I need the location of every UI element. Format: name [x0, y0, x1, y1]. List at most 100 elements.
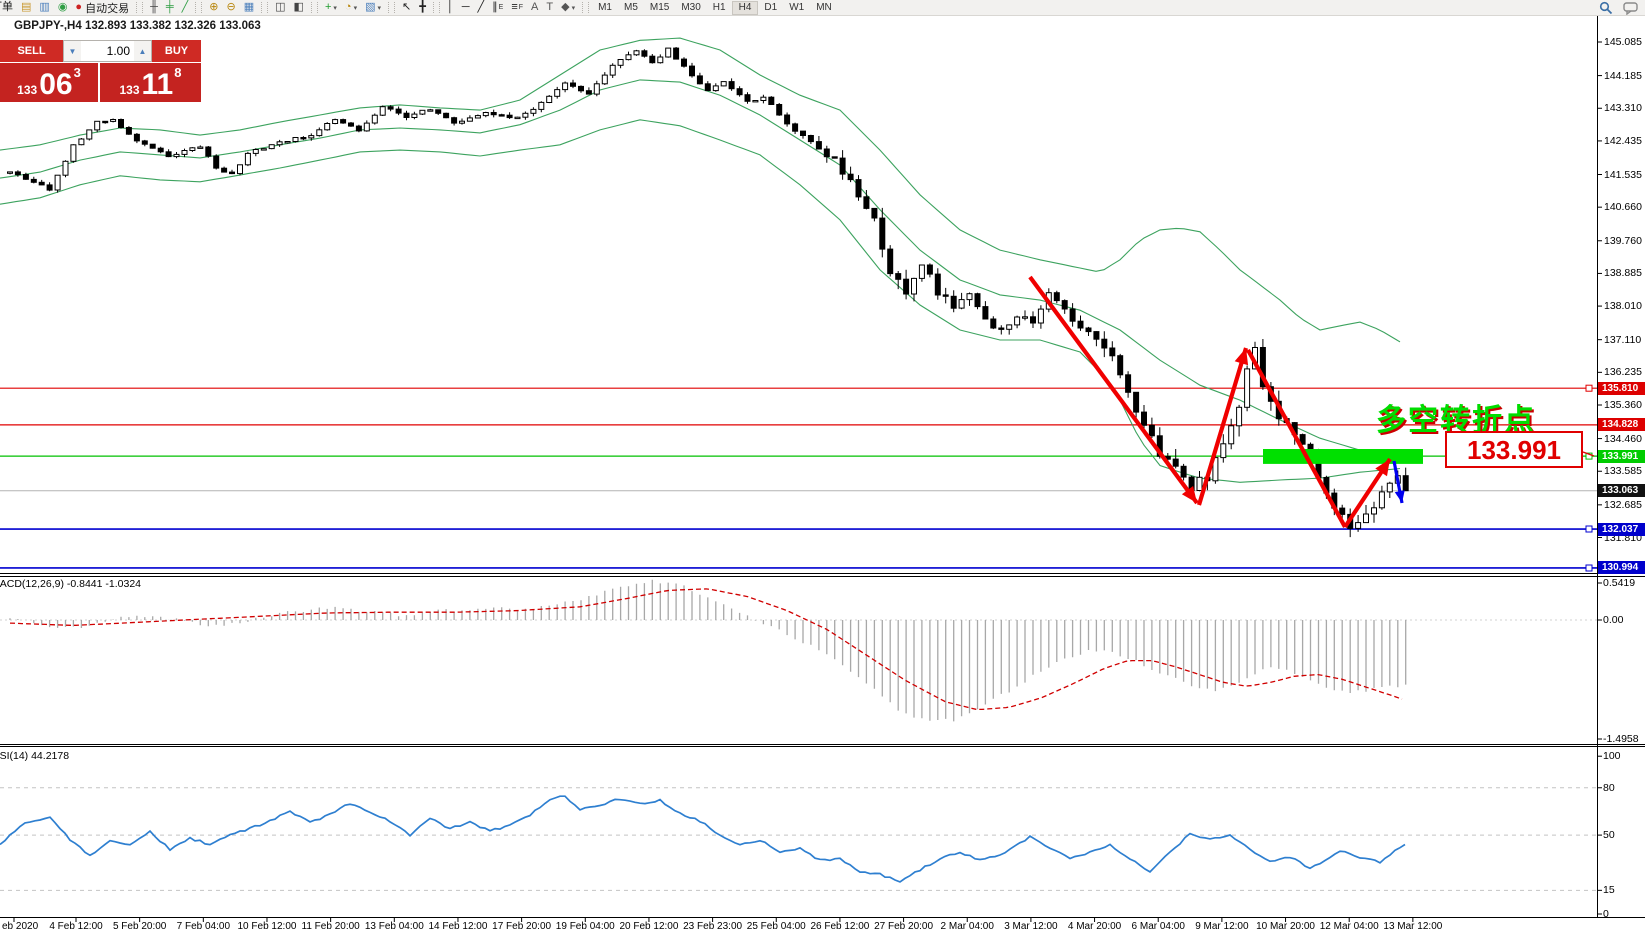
rsi-indicator-label: RSI(14) 44.2178	[0, 750, 69, 762]
bollinger-lower-band	[0, 120, 1400, 483]
price-tick-label: 134.460	[1604, 433, 1642, 445]
toolbar-separator	[433, 2, 440, 13]
period-icon[interactable]: ◔▾	[341, 1, 361, 14]
data-window-icon: ▥	[39, 1, 49, 14]
time-axis-label: 13 Feb 04:00	[365, 921, 424, 932]
channel-icon-sub: E	[499, 4, 504, 11]
line-chart-icon[interactable]: ╱	[178, 1, 193, 14]
chart-canvas[interactable]	[0, 0, 1645, 942]
market-watch-icon[interactable]: ▤	[17, 1, 35, 14]
highlight-zone[interactable]	[1263, 449, 1423, 464]
search-icon[interactable]	[1599, 1, 1613, 15]
toolbar-separator	[388, 2, 395, 13]
label-icon: T	[546, 1, 553, 14]
toolbar-separator	[195, 2, 202, 13]
macd-scale-label: 0.00	[1603, 614, 1623, 626]
text-icon[interactable]: A	[527, 1, 542, 14]
candle-chart-icon: ╪	[166, 1, 174, 14]
line-handle[interactable]	[1586, 565, 1592, 571]
rsi-scale-label: 80	[1603, 782, 1615, 794]
line-chart-icon: ╱	[182, 1, 189, 14]
top-toolbar: 订单▤▥◉●自动交易╫╪╱⊕⊖▦◫◧+▾◔▾▧▾↖╋│─╱∥E≡FAT◆▾M1M…	[0, 0, 1645, 16]
timeframe-m15[interactable]: M15	[644, 1, 675, 15]
sell-price-panel[interactable]: 133 06 3	[0, 63, 98, 102]
macd-indicator-label: MACD(12,26,9) -0.8441 -1.0324	[0, 578, 141, 590]
new-order-button[interactable]: 订单	[0, 1, 17, 14]
volume-input[interactable]	[81, 41, 134, 61]
fibonacci-icon-sub: F	[519, 4, 523, 11]
channel-icon: ∥	[492, 1, 498, 14]
arrows-icon: ◆	[561, 1, 569, 14]
trendline-icon[interactable]: ╱	[474, 1, 489, 14]
time-axis-label: 10 Feb 12:00	[238, 921, 297, 932]
line-handle[interactable]	[1586, 385, 1592, 391]
chat-icon[interactable]	[1623, 2, 1639, 15]
buy-price-panel[interactable]: 133 11 8	[100, 63, 201, 102]
crosshair-icon[interactable]: ╋	[415, 1, 430, 14]
candle-chart-icon[interactable]: ╪	[162, 1, 178, 14]
rsi-scale-label: 15	[1603, 884, 1615, 896]
line-handle[interactable]	[1586, 526, 1592, 532]
time-axis-label: 11 Feb 20:00	[302, 921, 360, 932]
template-icon[interactable]: ▧▾	[361, 1, 385, 14]
toolbar-separator	[582, 2, 589, 13]
price-callout-box[interactable]: 133.991	[1445, 431, 1583, 468]
chart-ohlc-header: GBPJPY-,H4 132.893 133.382 132.326 133.0…	[14, 20, 261, 32]
timeframe-d1[interactable]: D1	[758, 1, 783, 15]
horizontal-line-icon[interactable]: ─	[458, 1, 474, 14]
price-badge-133.063: 133.063	[1598, 484, 1645, 497]
time-axis-label: 2 Mar 04:00	[941, 921, 994, 932]
volume-decrease-button[interactable]: ▼	[64, 41, 81, 61]
time-axis-label: 9 Mar 12:00	[1195, 921, 1248, 932]
timeframe-m1[interactable]: M1	[592, 1, 618, 15]
rsi-scale-label: 100	[1603, 750, 1621, 762]
profiles-icon[interactable]: ◧	[290, 1, 308, 14]
zoom-out-icon[interactable]: ⊖	[223, 1, 240, 14]
add-indicator-icon[interactable]: +▾	[321, 1, 341, 14]
navigator-icon[interactable]: ◉	[54, 1, 72, 14]
channel-icon[interactable]: ∥E	[488, 1, 507, 14]
new-order-button: 订单	[0, 1, 13, 14]
price-badge-130.994: 130.994	[1598, 561, 1645, 574]
time-axis-label: 4 Feb 12:00	[49, 921, 102, 932]
arrows-icon[interactable]: ◆▾	[557, 1, 579, 14]
arrows-icon-dropdown[interactable]: ▾	[572, 4, 576, 12]
tile-windows-icon[interactable]: ▦	[240, 1, 258, 14]
time-axis-label: 12 Mar 04:00	[1320, 921, 1379, 932]
macd-histogram	[10, 580, 1406, 722]
autotrade-button[interactable]: ●自动交易	[71, 1, 133, 14]
buy-button[interactable]: BUY	[152, 40, 201, 62]
macd-scale-label: 0.5419	[1603, 577, 1635, 589]
price-tick-label: 141.535	[1604, 169, 1642, 181]
fibonacci-icon[interactable]: ≡F	[507, 1, 527, 14]
vertical-line-icon[interactable]: │	[443, 1, 458, 14]
add-indicator-icon-dropdown[interactable]: ▾	[333, 4, 337, 12]
price-tick-label: 143.310	[1604, 102, 1642, 114]
trend-arrow	[1248, 350, 1345, 527]
rsi-line	[0, 796, 1405, 882]
bar-chart-icon[interactable]: ╫	[146, 1, 162, 14]
price-badge-135.810: 135.810	[1598, 382, 1645, 395]
cursor-icon[interactable]: ↖	[398, 1, 415, 14]
timeframe-m5[interactable]: M5	[618, 1, 644, 15]
volume-increase-button[interactable]: ▲	[134, 41, 151, 61]
label-icon[interactable]: T	[542, 1, 557, 14]
timeframe-w1[interactable]: W1	[783, 1, 810, 15]
timeframe-h1[interactable]: H1	[707, 1, 732, 15]
period-icon-dropdown[interactable]: ▾	[354, 4, 358, 12]
text-icon: A	[531, 1, 538, 14]
sell-button[interactable]: SELL	[0, 40, 63, 62]
price-tick-label: 139.760	[1604, 235, 1642, 247]
volume-box: ▼ ▲	[63, 40, 152, 62]
indicator-window-icon[interactable]: ◫	[271, 1, 289, 14]
data-window-icon[interactable]: ▥	[35, 1, 53, 14]
price-badge-133.991: 133.991	[1598, 450, 1645, 463]
template-icon-dropdown[interactable]: ▾	[377, 4, 381, 12]
zoom-out-icon: ⊖	[227, 1, 236, 14]
timeframe-mn[interactable]: MN	[810, 1, 838, 15]
zoom-in-icon[interactable]: ⊕	[205, 1, 222, 14]
timeframe-h4[interactable]: H4	[732, 1, 759, 15]
timeframe-m30[interactable]: M30	[675, 1, 706, 15]
price-tick-label: 132.685	[1604, 499, 1642, 511]
time-axis-label: 10 Mar 20:00	[1256, 921, 1315, 932]
